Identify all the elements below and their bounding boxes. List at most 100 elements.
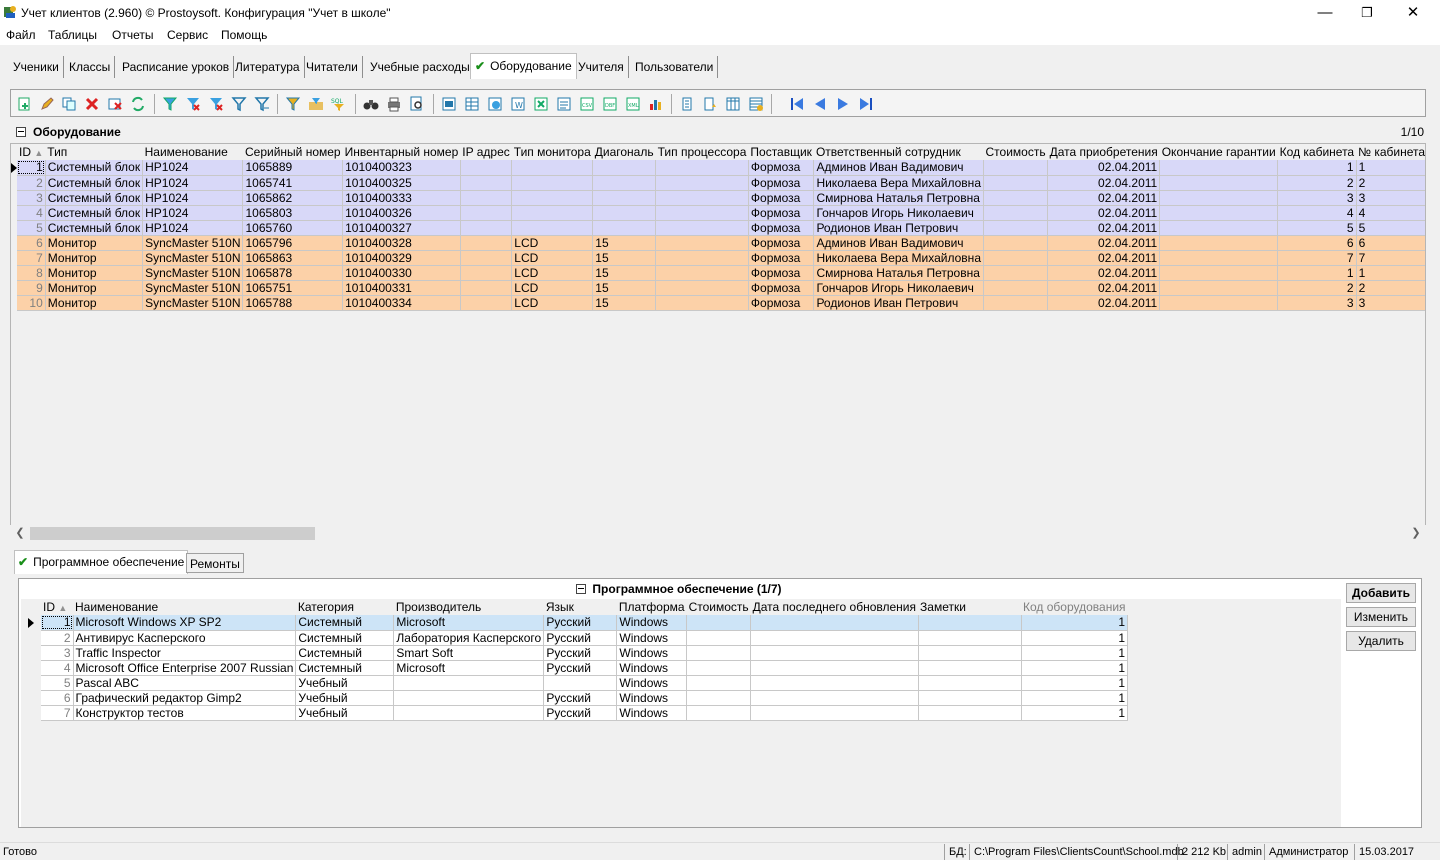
- cell-cost[interactable]: [686, 645, 752, 661]
- cell-notes[interactable]: [918, 645, 1022, 661]
- column-header[interactable]: Инвентарный номер: [342, 144, 461, 160]
- cell-id[interactable]: 7: [41, 705, 74, 721]
- column-header[interactable]: Диагональ: [592, 144, 656, 160]
- cell-date[interactable]: 02.04.2011: [1047, 235, 1161, 251]
- row-indicator[interactable]: [21, 690, 41, 705]
- cell-date[interactable]: 02.04.2011: [1047, 250, 1161, 266]
- cell-room[interactable]: 6: [1356, 235, 1425, 251]
- cell-inv[interactable]: 1010400323: [342, 160, 461, 176]
- column-header[interactable]: Серийный номер: [242, 144, 343, 160]
- column-header[interactable]: Наименование: [73, 599, 296, 615]
- menu-reports[interactable]: Отчеты: [112, 28, 153, 42]
- tab-expenses[interactable]: Учебные расходы: [366, 56, 475, 78]
- cell-mon[interactable]: [511, 175, 594, 191]
- cell-person[interactable]: Родионов Иван Петрович: [813, 295, 984, 311]
- prev-record-icon[interactable]: [812, 96, 828, 112]
- print-preview-icon[interactable]: [409, 96, 425, 112]
- cell-cpu[interactable]: [655, 175, 749, 191]
- cell-person[interactable]: Админов Иван Вадимович: [813, 160, 984, 176]
- cell-warranty[interactable]: [1159, 235, 1279, 251]
- cell-name[interactable]: HP1024: [142, 160, 244, 176]
- cell-name[interactable]: HP1024: [142, 220, 244, 236]
- cell-warranty[interactable]: [1159, 265, 1279, 281]
- copy-icon[interactable]: [61, 96, 77, 112]
- cell-platform[interactable]: Windows: [616, 675, 688, 691]
- export-text-icon[interactable]: [556, 96, 572, 112]
- cell-cost[interactable]: [686, 615, 752, 631]
- cell-cat[interactable]: Системный: [295, 615, 395, 631]
- filter-saved-icon[interactable]: [285, 96, 301, 112]
- cell-room[interactable]: 4: [1356, 205, 1425, 221]
- cell-person[interactable]: Николаева Вера Михайловна: [813, 250, 984, 266]
- cell-cpu[interactable]: [655, 250, 749, 266]
- cell-room[interactable]: 1: [1356, 265, 1425, 281]
- cell-date[interactable]: 02.04.2011: [1047, 295, 1161, 311]
- cell-cat[interactable]: Системный: [295, 660, 395, 676]
- cell-room_code[interactable]: 2: [1277, 175, 1357, 191]
- cell-diag[interactable]: [592, 175, 657, 191]
- cell-lang[interactable]: Русский: [543, 705, 618, 721]
- cell-lang[interactable]: Русский: [543, 645, 618, 661]
- cell-warranty[interactable]: [1159, 205, 1279, 221]
- cell-inv[interactable]: 1010400333: [342, 190, 461, 206]
- print-icon[interactable]: [386, 96, 402, 112]
- scroll-right-icon[interactable]: ❯: [1408, 525, 1424, 542]
- cell-inv[interactable]: 1010400325: [342, 175, 461, 191]
- cell-id[interactable]: 1: [41, 615, 74, 631]
- cell-mon[interactable]: [511, 160, 594, 176]
- cell-inv[interactable]: 1010400334: [342, 295, 461, 311]
- cell-warranty[interactable]: [1159, 190, 1279, 206]
- tab-literature[interactable]: Литература: [231, 56, 305, 78]
- filter-folder-icon[interactable]: [308, 96, 324, 112]
- cell-cost[interactable]: [983, 160, 1049, 176]
- cell-name[interactable]: Pascal ABC: [73, 675, 297, 691]
- cell-inv[interactable]: 1010400330: [342, 265, 461, 281]
- cell-updated[interactable]: [750, 675, 919, 691]
- table-row[interactable]: 2 Антивирус Касперского Системный Лаборатор…: [21, 630, 1129, 646]
- cell-lang[interactable]: Русский: [543, 615, 618, 631]
- cell-type[interactable]: Системный блок: [45, 205, 144, 221]
- cell-name[interactable]: SyncMaster 510N: [142, 235, 244, 251]
- cell-vendor[interactable]: Microsoft: [393, 660, 545, 676]
- cell-room_code[interactable]: 2: [1277, 280, 1357, 296]
- cell-warranty[interactable]: [1159, 160, 1279, 176]
- cell-person[interactable]: Админов Иван Вадимович: [813, 235, 984, 251]
- cell-person[interactable]: Смирнова Наталья Петровна: [813, 265, 984, 281]
- cell-platform[interactable]: Windows: [616, 615, 688, 631]
- export-rtf-icon[interactable]: W: [510, 96, 526, 112]
- cell-vendor[interactable]: [393, 705, 545, 721]
- next-record-icon[interactable]: [835, 96, 851, 112]
- table-row[interactable]: 3 Системный блок HP1024 1065862 1010400333 Фо…: [11, 190, 1425, 206]
- column-header[interactable]: Дата приобретения: [1047, 144, 1160, 160]
- column-header[interactable]: Заметки: [918, 599, 1022, 615]
- cell-type[interactable]: Монитор: [45, 280, 144, 296]
- export-word-icon[interactable]: [441, 96, 457, 112]
- cell-supplier[interactable]: Формоза: [748, 190, 815, 206]
- cell-mon[interactable]: LCD: [511, 280, 594, 296]
- cell-serial[interactable]: 1065788: [242, 295, 344, 311]
- cell-supplier[interactable]: Формоза: [748, 295, 815, 311]
- first-record-icon[interactable]: [789, 96, 805, 112]
- cell-updated[interactable]: [750, 690, 919, 706]
- cell-id[interactable]: 6: [17, 235, 46, 251]
- cell-diag[interactable]: 15: [592, 280, 657, 296]
- cell-date[interactable]: 02.04.2011: [1047, 160, 1161, 176]
- cell-id[interactable]: 5: [17, 220, 46, 236]
- cell-vendor[interactable]: [393, 690, 545, 706]
- row-indicator[interactable]: [11, 160, 17, 175]
- cell-serial[interactable]: 1065760: [242, 220, 344, 236]
- cell-date[interactable]: 02.04.2011: [1047, 175, 1161, 191]
- cell-platform[interactable]: Windows: [616, 690, 688, 706]
- sort-icon[interactable]: [679, 96, 695, 112]
- cell-inv[interactable]: 1010400329: [342, 250, 461, 266]
- cell-id[interactable]: 3: [17, 190, 46, 206]
- cell-cost[interactable]: [983, 280, 1049, 296]
- cell-cost[interactable]: [983, 250, 1049, 266]
- cell-diag[interactable]: 15: [592, 250, 657, 266]
- column-header[interactable]: Наименование: [142, 144, 243, 160]
- cell-cost[interactable]: [983, 205, 1049, 221]
- cell-type[interactable]: Монитор: [45, 265, 144, 281]
- cell-serial[interactable]: 1065796: [242, 235, 344, 251]
- column-header[interactable]: Производитель: [393, 599, 544, 615]
- cell-ip[interactable]: [460, 205, 513, 221]
